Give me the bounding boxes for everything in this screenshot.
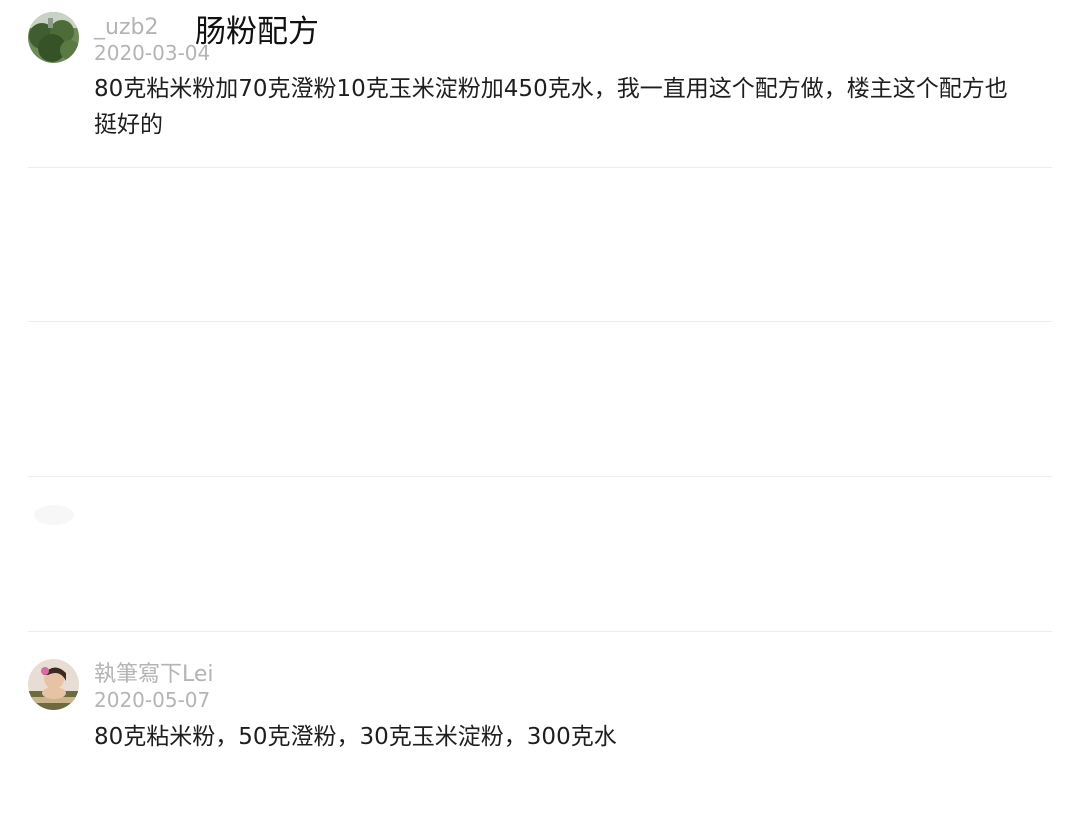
divider: [28, 631, 1052, 632]
divider: [28, 476, 1052, 477]
avatar-placeholder: [34, 505, 74, 525]
avatar[interactable]: [28, 659, 79, 710]
comment-text: 80克粘米粉加70克澄粉10克玉米淀粉加450克水，我一直用这个配方做，楼主这个…: [94, 76, 1008, 138]
username[interactable]: 執筆寫下Lei: [94, 662, 214, 688]
overlay-title: 肠粉配方: [195, 14, 319, 50]
username[interactable]: _uzb2: [94, 15, 158, 41]
divider: [28, 321, 1052, 322]
divider: [28, 167, 1052, 168]
comment-date: 2020-05-07: [94, 688, 211, 712]
avatar[interactable]: [28, 12, 79, 63]
comment-text: 80克粘米粉，50克澄粉，30克玉米淀粉，300克水: [94, 724, 617, 750]
comment-date: 2020-03-04: [94, 41, 211, 65]
